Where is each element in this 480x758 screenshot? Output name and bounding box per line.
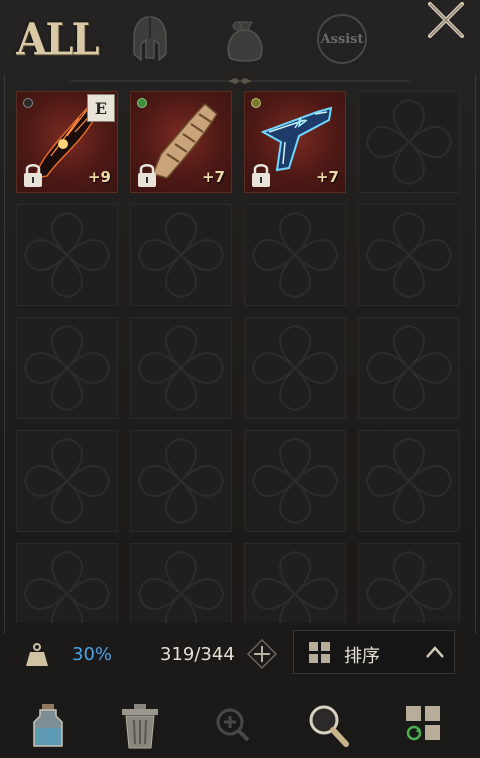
- inventory-slot-empty[interactable]: [358, 317, 460, 419]
- expand-capacity-button[interactable]: [246, 638, 278, 670]
- empty-slot-pattern: [251, 550, 339, 623]
- inventory-slot-empty[interactable]: [358, 204, 460, 306]
- inventory-slot-empty[interactable]: [130, 543, 232, 623]
- sort-label: 排序: [344, 646, 380, 667]
- zoom-plus-button[interactable]: [212, 702, 256, 750]
- inventory-slot-empty[interactable]: [244, 430, 346, 532]
- equipped-badge: E: [87, 94, 115, 122]
- discard-button[interactable]: [120, 702, 164, 750]
- empty-slot-pattern: [251, 324, 339, 412]
- tab-assist-label: Assist: [320, 31, 364, 47]
- bag-icon: [227, 21, 263, 62]
- inventory-slot-empty[interactable]: [244, 204, 346, 306]
- grade-dot-icon: [23, 98, 33, 108]
- search-icon: [309, 705, 349, 747]
- inventory-slot-empty[interactable]: [358, 91, 460, 193]
- tab-materials[interactable]: [220, 8, 270, 70]
- empty-slot-pattern: [137, 324, 225, 412]
- empty-slot-pattern: [137, 550, 225, 623]
- auto-sort-button[interactable]: [404, 702, 448, 750]
- inventory-capacity: 319/344: [160, 644, 235, 665]
- tab-all-label: ALL: [16, 13, 99, 65]
- grid-sort-icon: [309, 642, 330, 663]
- category-tabs: ALL Assist: [0, 0, 480, 80]
- inventory-slot-empty[interactable]: [244, 317, 346, 419]
- empty-slot-pattern: [137, 437, 225, 525]
- inventory-slot-empty[interactable]: [130, 317, 232, 419]
- inventory-slot-empty[interactable]: [16, 430, 118, 532]
- empty-slot-pattern: [365, 324, 453, 412]
- inventory-grid: E +9 +7 +7: [16, 91, 460, 623]
- tab-armor[interactable]: [125, 8, 175, 70]
- close-icon: [428, 2, 464, 38]
- helmet-icon: [133, 16, 167, 62]
- zoom-plus-icon: [216, 708, 250, 742]
- grade-dot-icon: [251, 98, 261, 108]
- inventory-slot-item[interactable]: +7: [130, 91, 232, 193]
- empty-slot-pattern: [251, 437, 339, 525]
- enhance-level: +7: [201, 168, 225, 186]
- lock-icon: [138, 164, 156, 187]
- grade-dot-icon: [137, 98, 147, 108]
- empty-slot-pattern: [137, 211, 225, 299]
- potion-button[interactable]: [30, 702, 74, 750]
- lock-icon: [252, 164, 270, 187]
- chevron-up-icon: [426, 646, 444, 658]
- tab-all[interactable]: ALL: [16, 8, 99, 70]
- empty-slot-pattern: [365, 211, 453, 299]
- weight-icon: [26, 643, 48, 666]
- close-button[interactable]: [424, 0, 468, 40]
- enhance-level: +7: [315, 168, 339, 186]
- inventory-slot-empty[interactable]: [130, 204, 232, 306]
- inventory-slot-item[interactable]: E +9: [16, 91, 118, 193]
- search-button[interactable]: [306, 702, 350, 750]
- empty-slot-pattern: [365, 98, 453, 186]
- empty-slot-pattern: [251, 211, 339, 299]
- inventory-slot-empty[interactable]: [16, 204, 118, 306]
- empty-slot-pattern: [23, 437, 111, 525]
- empty-slot-pattern: [23, 211, 111, 299]
- enhance-level: +9: [87, 168, 111, 186]
- plus-icon: [246, 638, 278, 670]
- potion-icon: [33, 704, 63, 747]
- empty-slot-pattern: [365, 550, 453, 623]
- inventory-slot-empty[interactable]: [244, 543, 346, 623]
- weight-percent: 30%: [72, 644, 113, 665]
- empty-slot-pattern: [23, 550, 111, 623]
- auto-sort-icon: [406, 706, 440, 741]
- bottom-toolbar: [0, 690, 480, 758]
- empty-slot-pattern: [23, 324, 111, 412]
- inventory-slot-empty[interactable]: [16, 317, 118, 419]
- inventory-slot-empty[interactable]: [16, 543, 118, 623]
- status-bar: 30% 319/344 排序: [0, 628, 480, 680]
- inventory-slot-empty[interactable]: [130, 430, 232, 532]
- tab-assist[interactable]: Assist: [312, 8, 372, 70]
- inventory-slot-item[interactable]: +7: [244, 91, 346, 193]
- empty-slot-pattern: [365, 437, 453, 525]
- inventory-slot-empty[interactable]: [358, 543, 460, 623]
- ornament-divider: [70, 78, 410, 84]
- sort-dropdown[interactable]: 排序: [293, 630, 455, 674]
- lock-icon: [24, 164, 42, 187]
- inventory-slot-empty[interactable]: [358, 430, 460, 532]
- assist-icon: Assist: [317, 14, 367, 64]
- trash-icon: [122, 704, 158, 749]
